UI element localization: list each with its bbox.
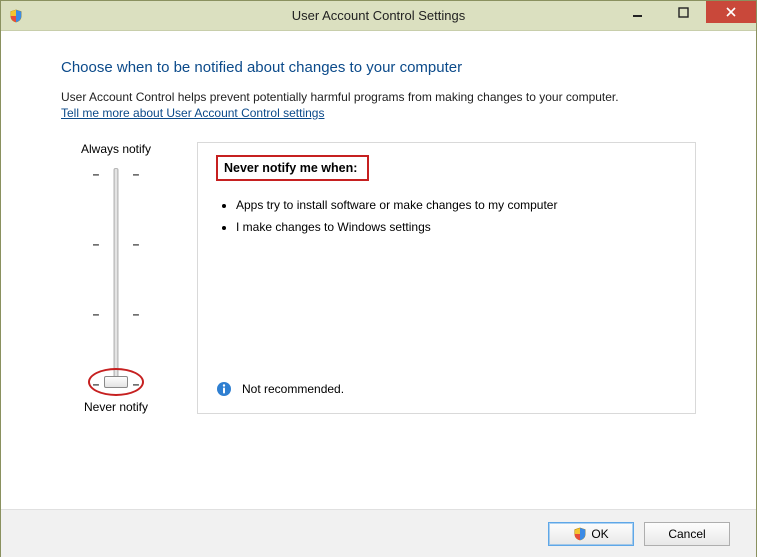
close-button[interactable]: [706, 1, 756, 23]
ok-button[interactable]: OK: [548, 522, 634, 546]
maximize-button[interactable]: [660, 1, 706, 23]
content-area: Choose when to be notified about changes…: [1, 31, 756, 424]
notification-panel: Never notify me when: Apps try to instal…: [197, 142, 696, 414]
minimize-button[interactable]: [614, 1, 660, 23]
panel-title: Never notify me when:: [216, 155, 369, 181]
slider-tick: ––: [92, 238, 140, 250]
cancel-button[interactable]: Cancel: [644, 522, 730, 546]
cancel-button-label: Cancel: [668, 527, 705, 541]
shield-icon: [1, 9, 31, 23]
recommendation-text: Not recommended.: [242, 382, 344, 396]
page-heading: Choose when to be notified about changes…: [61, 59, 696, 76]
slider-thumb[interactable]: [104, 376, 128, 388]
panel-bullet: Apps try to install software or make cha…: [236, 197, 677, 213]
slider-track: [114, 168, 119, 388]
slider-column: Always notify –– –– –– –– Never notify: [61, 142, 171, 414]
uac-slider[interactable]: –– –– –– ––: [61, 164, 171, 392]
slider-label-top: Always notify: [61, 142, 171, 156]
main-row: Always notify –– –– –– –– Never notify N…: [61, 142, 696, 414]
titlebar: User Account Control Settings: [1, 1, 756, 31]
page-description: User Account Control helps prevent poten…: [61, 90, 696, 104]
slider-tick: ––: [92, 168, 140, 180]
info-icon: [216, 381, 232, 397]
dialog-footer: OK Cancel: [1, 509, 756, 557]
slider-tick: ––: [92, 308, 140, 320]
panel-bullet-list: Apps try to install software or make cha…: [236, 197, 677, 235]
slider-label-bottom: Never notify: [61, 400, 171, 414]
ok-button-label: OK: [591, 527, 608, 541]
shield-icon: [573, 527, 587, 541]
panel-bullet: I make changes to Windows settings: [236, 219, 677, 235]
learn-more-link[interactable]: Tell me more about User Account Control …: [61, 106, 324, 120]
window-controls: [614, 1, 756, 30]
recommendation-row: Not recommended.: [216, 381, 344, 397]
